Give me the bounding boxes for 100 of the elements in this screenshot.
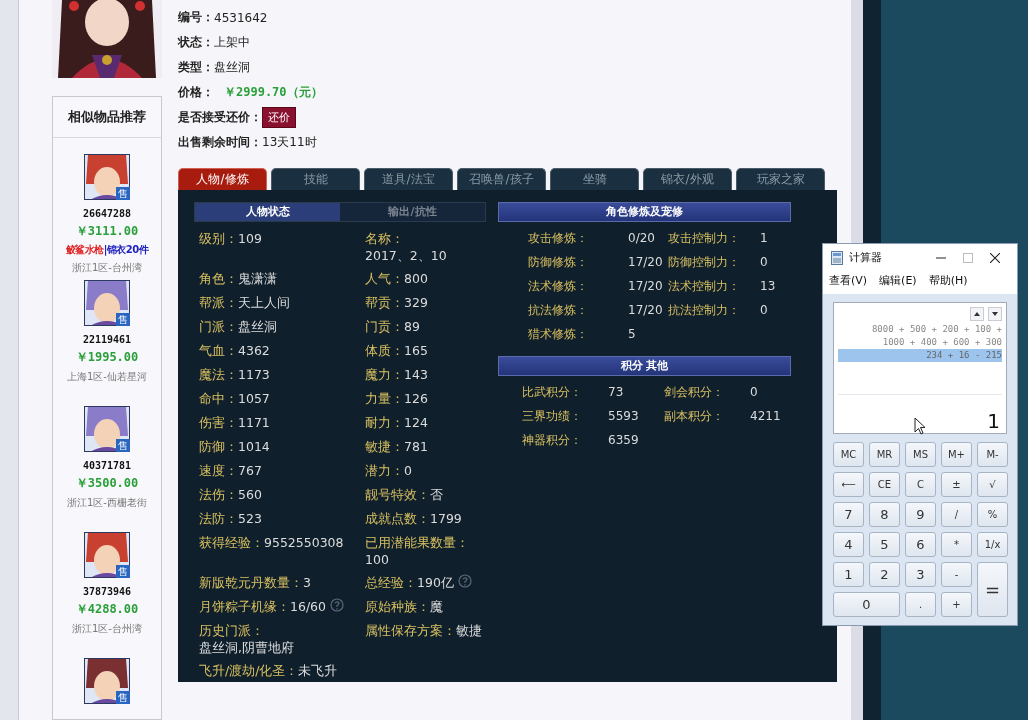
- stat-text: 级别：109: [199, 230, 262, 247]
- menu-item[interactable]: 帮助(H): [928, 273, 968, 289]
- calculator-key[interactable]: 4: [833, 532, 864, 557]
- subtab[interactable]: 输出/抗性: [340, 203, 485, 221]
- stat-label: 法术修炼：: [528, 278, 589, 294]
- tab[interactable]: 人物/修炼: [178, 168, 267, 190]
- stat-text: 魔力：143: [365, 366, 428, 383]
- stat-value: 0: [760, 302, 769, 318]
- help-icon[interactable]: [330, 598, 345, 612]
- stat-text: 体质：165: [365, 342, 428, 359]
- calculator-key[interactable]: 7: [833, 502, 864, 527]
- maximize-icon[interactable]: [963, 252, 973, 263]
- field-value: 13天11时: [262, 134, 317, 151]
- field-label: 价格：: [178, 84, 214, 101]
- stat-text: 速度：767: [199, 462, 262, 479]
- close-icon[interactable]: [990, 252, 1000, 263]
- stat-text: 潜力：0: [365, 462, 412, 479]
- stat-text: 伤害：1171: [199, 414, 270, 431]
- menu-item[interactable]: 编辑(E): [879, 273, 917, 289]
- calculator-key[interactable]: MR: [869, 442, 900, 467]
- tab[interactable]: 玩家之家: [736, 168, 825, 190]
- history-line[interactable]: 8000 + 500 + 200 + 100 +: [838, 323, 1002, 337]
- stat-text: 命中：1057: [199, 390, 270, 407]
- stat-value: 1: [760, 230, 769, 246]
- calculator-key[interactable]: 8: [869, 502, 900, 527]
- calculator-key[interactable]: 9: [905, 502, 936, 527]
- calculator-key[interactable]: MC: [833, 442, 864, 467]
- calculator-key[interactable]: CE: [869, 472, 900, 497]
- stat-text: 角色：鬼潇潇: [199, 270, 277, 287]
- subtab[interactable]: 人物状态: [195, 203, 340, 221]
- calculator-key[interactable]: √: [977, 472, 1008, 497]
- calculator-key[interactable]: 6: [905, 532, 936, 557]
- calculator-key[interactable]: MS: [905, 442, 936, 467]
- item-id[interactable]: 22119461: [82, 334, 132, 345]
- item-price: ￥4288.00: [75, 601, 139, 618]
- calculator-key[interactable]: =: [977, 562, 1008, 617]
- field-value: 盘丝洞: [214, 59, 250, 76]
- field-label: 类型：: [178, 59, 214, 76]
- calculator-key[interactable]: *: [941, 532, 972, 557]
- stat-text: 原始种族：魔: [365, 598, 443, 615]
- calculator-key[interactable]: +: [941, 592, 972, 617]
- calculator-key[interactable]: 1: [833, 562, 864, 587]
- stat-text: 靓号特效：否: [365, 486, 443, 503]
- field-label: 状态：: [178, 34, 214, 51]
- price-value: ￥2999.70（元）: [224, 84, 323, 101]
- stat-value: 17/20: [628, 278, 664, 294]
- stat-value: 5: [628, 326, 637, 342]
- stat-text: 门派：盘丝洞: [199, 318, 277, 335]
- calculator-key[interactable]: -: [941, 562, 972, 587]
- calculator-key[interactable]: 1/x: [977, 532, 1008, 557]
- stat-value: 73: [608, 384, 625, 400]
- field-value: 4531642: [214, 10, 268, 25]
- item-tag: 鲛鲨水枪: [65, 243, 104, 257]
- calculator-key[interactable]: ±: [941, 472, 972, 497]
- scroll-up-icon[interactable]: [970, 307, 984, 322]
- bargain-button[interactable]: 还价: [262, 107, 296, 128]
- item-id[interactable]: 37873946: [82, 586, 132, 597]
- calculator-key[interactable]: %: [977, 502, 1008, 527]
- calculator-key[interactable]: 2: [869, 562, 900, 587]
- calculator-key[interactable]: M-: [977, 442, 1008, 467]
- stat-label: 防御修炼：: [528, 254, 589, 270]
- stat-value: 0: [750, 384, 759, 400]
- calculator-key[interactable]: 5: [869, 532, 900, 557]
- tab[interactable]: 锦衣/外观: [643, 168, 732, 190]
- stat-label: 比武积分：: [522, 384, 583, 400]
- tab[interactable]: 技能: [271, 168, 360, 190]
- item-id[interactable]: 40371781: [82, 460, 132, 471]
- stat-label: 剑会积分：: [664, 384, 725, 400]
- help-icon[interactable]: [457, 574, 472, 588]
- window-title: 计算器: [849, 250, 883, 266]
- calculator-key[interactable]: 3: [905, 562, 936, 587]
- item-id[interactable]: 26647288: [82, 208, 132, 219]
- calculator-key[interactable]: .: [905, 592, 936, 617]
- field-value: 上架中: [214, 34, 250, 51]
- stat-text: 帮贡：329: [365, 294, 428, 311]
- stat-text: 帮派：天上人间: [199, 294, 290, 311]
- field-label: 编号：: [178, 9, 214, 26]
- item-price: ￥1995.00: [75, 349, 139, 366]
- stat-text: 耐力：124: [365, 414, 428, 431]
- stat-text: 门贡：89: [365, 318, 420, 335]
- stat-label: 法术控制力：: [668, 278, 741, 294]
- display-value: 1: [987, 409, 1000, 433]
- tab[interactable]: 坐骑: [550, 168, 639, 190]
- scroll-down-icon[interactable]: [988, 307, 1002, 322]
- stat-label: 猎术修炼：: [528, 326, 589, 342]
- calculator-key[interactable]: 0: [833, 592, 900, 617]
- item-server: 浙江1区-西栅老街: [67, 496, 147, 510]
- section-header: 积分 其他: [498, 356, 791, 376]
- stat-label: 抗法修炼：: [528, 302, 589, 318]
- calculator-key[interactable]: /: [941, 502, 972, 527]
- calculator-key[interactable]: ⟵: [833, 472, 864, 497]
- stat-label: 神器积分：: [522, 432, 583, 448]
- history-line[interactable]: 1000 + 400 + 600 + 300: [838, 336, 1002, 350]
- calculator-key[interactable]: C: [905, 472, 936, 497]
- menu-item[interactable]: 查看(V): [829, 273, 868, 289]
- calculator-key[interactable]: M+: [941, 442, 972, 467]
- tab[interactable]: 道具/法宝: [364, 168, 453, 190]
- stat-text: 气血：4362: [199, 342, 270, 359]
- stat-value: 5593: [608, 408, 640, 424]
- tab[interactable]: 召唤兽/孩子: [457, 168, 546, 190]
